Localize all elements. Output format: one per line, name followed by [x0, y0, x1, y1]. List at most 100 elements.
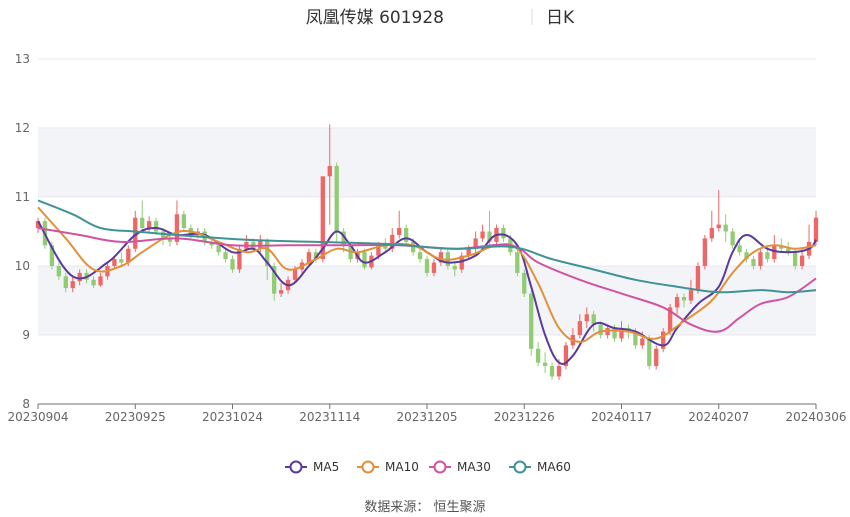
legend-item-ma5: MA5: [285, 460, 339, 474]
candle-body: [647, 338, 652, 367]
x-tick-label: 20231205: [396, 410, 457, 424]
candle-body: [598, 324, 603, 335]
candle-body: [424, 259, 430, 273]
candle-up: [806, 224, 812, 260]
candle-body: [278, 290, 284, 294]
candle-down: [730, 228, 735, 249]
candle-body: [813, 217, 819, 242]
candle-body: [737, 245, 742, 253]
candle-body: [91, 279, 96, 286]
candle-body: [56, 266, 61, 277]
legend-item-ma30: MA30: [429, 460, 491, 474]
legend: MA5 MA10 MA30 MA60: [285, 460, 571, 474]
candle-down: [549, 362, 555, 380]
candle-up: [654, 345, 659, 370]
candle-up: [480, 224, 485, 242]
chart-title: 凤凰传媒 601928: [306, 8, 444, 28]
candle-body: [140, 217, 145, 229]
y-tick-label: 11: [15, 190, 30, 204]
y-tick-label: 8: [22, 397, 30, 411]
candle-body: [549, 366, 555, 377]
candle-body: [688, 290, 694, 301]
candle-body: [535, 348, 541, 363]
y-tick-label: 13: [15, 52, 30, 66]
x-tick-label: 20231024: [202, 410, 263, 424]
x-tick-label: 20230925: [105, 410, 166, 424]
candle-body: [431, 262, 437, 273]
data-source: 数据来源： 恒生聚源: [364, 500, 485, 515]
candle-body: [223, 252, 228, 260]
candle-body: [793, 252, 798, 266]
candle-body: [674, 297, 680, 308]
candle-body: [654, 348, 659, 367]
x-axis: 20230904 20230925 20231024 20231114 20231205…: [7, 403, 847, 424]
candle-down: [542, 352, 548, 373]
candle-body: [584, 314, 589, 322]
candlestick-chart: 凤凰传媒 601928 日K 8910111213 20230904 202309…: [7, 8, 847, 515]
candle-down: [404, 224, 409, 246]
x-tick-label: 20240306: [785, 410, 846, 424]
candle-body: [695, 266, 701, 291]
legend-label: MA60: [537, 460, 571, 474]
x-tick-label: 20240117: [591, 410, 652, 424]
candle-body: [758, 252, 763, 266]
candle-body: [153, 221, 159, 232]
candle-down: [140, 200, 145, 232]
candle-up: [438, 248, 444, 266]
x-tick-label: 20240207: [688, 410, 749, 424]
candle-body: [799, 255, 805, 266]
candle-body: [577, 321, 582, 335]
candle-body: [181, 214, 187, 229]
candle-body: [292, 269, 298, 280]
candle-up: [709, 210, 714, 242]
candle-body: [716, 224, 721, 229]
candle-down: [417, 248, 423, 263]
legend-marker: [513, 460, 527, 474]
candle-down: [181, 210, 187, 232]
candle-body: [98, 276, 103, 286]
x-tick-label: 20231226: [494, 410, 555, 424]
candle-down: [334, 162, 339, 242]
x-tick-label: 20231114: [299, 410, 360, 424]
legend-label: MA30: [457, 460, 491, 474]
candle-up: [702, 234, 708, 270]
candle-body: [417, 252, 423, 260]
candle-body: [702, 238, 708, 266]
candle-body: [640, 338, 645, 346]
candle-up: [772, 234, 777, 263]
candle-down: [529, 290, 534, 356]
candle-body: [751, 259, 756, 266]
candle-down: [522, 269, 527, 298]
y-tick-label: 12: [15, 121, 30, 135]
legend-label: MA5: [313, 460, 339, 474]
legend-item-ma60: MA60: [509, 460, 571, 474]
candle-body: [765, 252, 770, 260]
candle-body: [77, 272, 82, 282]
candle-body: [119, 259, 124, 263]
candle-body: [529, 293, 534, 349]
candle-body: [522, 272, 527, 294]
candle-body: [480, 231, 485, 239]
chart-period: 日K: [546, 8, 575, 28]
candle-down: [723, 214, 728, 242]
candle-body: [515, 252, 520, 273]
candle-down: [223, 248, 228, 263]
candle-body: [681, 297, 687, 301]
candle-body: [556, 366, 562, 377]
candle-body: [146, 221, 152, 229]
candle-body: [216, 245, 221, 253]
y-tick-label: 10: [15, 259, 30, 273]
legend-marker: [289, 460, 303, 474]
legend-marker: [361, 460, 375, 474]
y-tick-label: 9: [22, 328, 30, 342]
candle-body: [452, 266, 457, 270]
candle-body: [723, 224, 728, 232]
legend-marker: [433, 460, 447, 474]
candle-down: [501, 224, 506, 242]
candle-body: [730, 231, 735, 246]
candle-body: [327, 165, 332, 177]
candle-up: [661, 328, 666, 353]
candle-body: [230, 259, 235, 270]
candle-down: [515, 248, 520, 277]
candle-body: [501, 228, 506, 239]
